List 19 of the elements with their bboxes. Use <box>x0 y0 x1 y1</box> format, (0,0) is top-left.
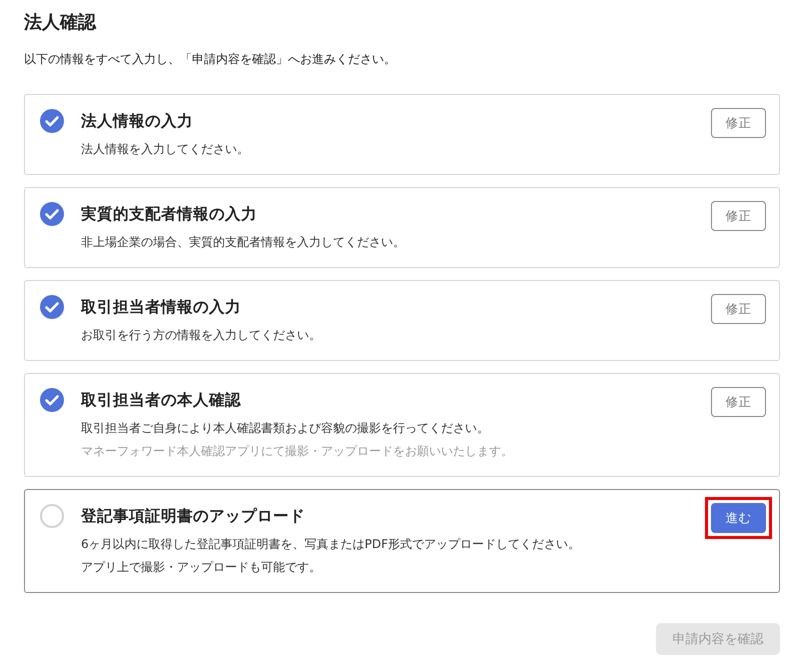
step-title: 登記事項証明書のアップロード <box>81 506 306 527</box>
step-title: 取引担当者情報の入力 <box>81 297 242 318</box>
proceed-button[interactable]: 進む <box>711 503 766 533</box>
instruction-text: 以下の情報をすべて入力し、「申請内容を確認」へお進みください。 <box>24 51 397 68</box>
edit-button[interactable]: 修正 <box>711 387 766 417</box>
step-title: 取引担当者の本人確認 <box>81 390 242 411</box>
step-title: 実質的支配者情報の入力 <box>81 204 258 225</box>
description-text: 法人情報を入力してください。 <box>81 141 250 158</box>
description-text: お取引を行う方の情報を入力してください。 <box>81 327 322 344</box>
edit-button[interactable]: 修正 <box>711 108 766 138</box>
note-text: マネーフォワード本人確認アプリにて撮影・アップロードをお願いいたします。 <box>81 443 514 460</box>
description-text: アプリ上で撮影・アップロードも可能です。 <box>81 559 322 576</box>
edit-button[interactable]: 修正 <box>711 294 766 324</box>
edit-button[interactable]: 修正 <box>711 201 766 231</box>
description-text: 非上場企業の場合、実質的支配者情報を入力してください。 <box>81 234 406 251</box>
description-text: 6ヶ月以内に取得した登記事項証明書を、写真またはPDF形式でアップロードしてください。 <box>81 536 582 553</box>
page-title: 法人確認 <box>24 11 98 35</box>
step-title: 法人情報の入力 <box>81 111 194 132</box>
description-text: 取引担当者ご自身により本人確認書類および容貌の撮影を行ってください。 <box>81 420 490 437</box>
